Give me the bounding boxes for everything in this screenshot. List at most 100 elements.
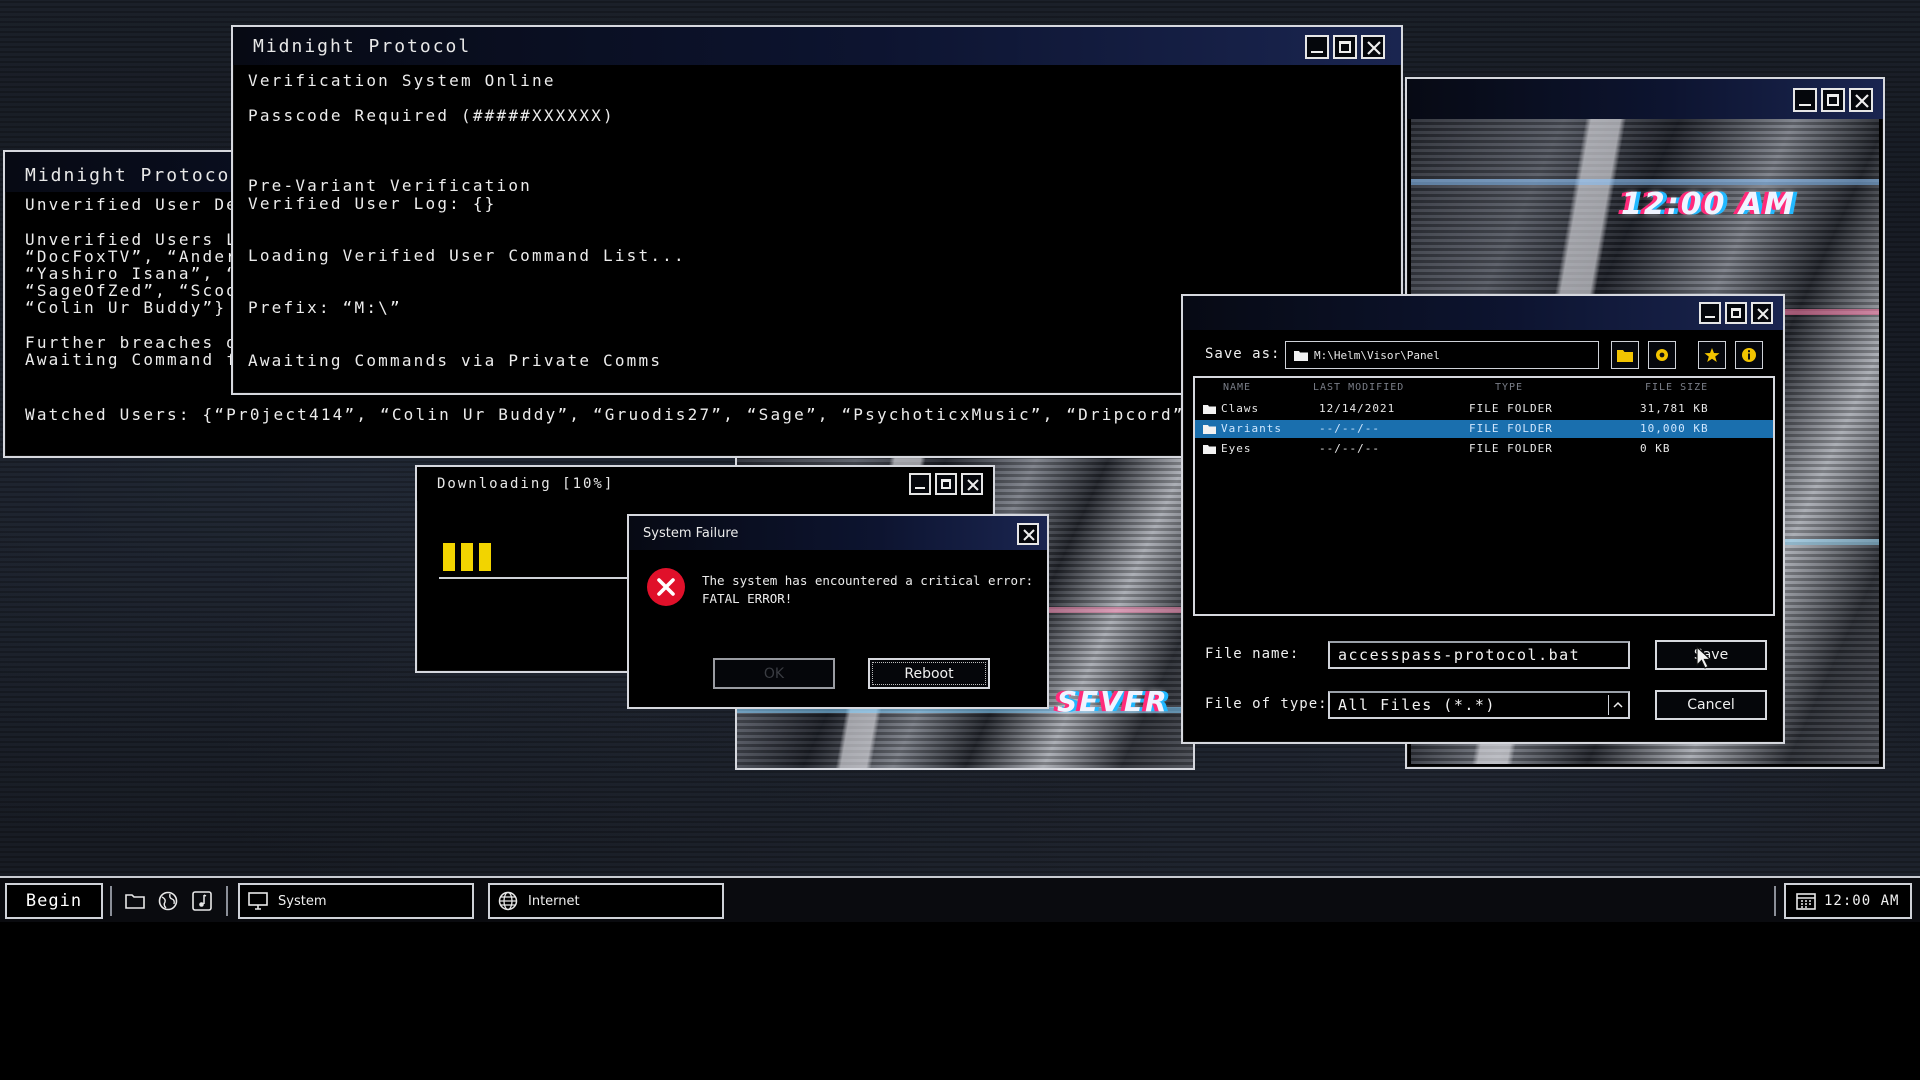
terminal-main-controls xyxy=(1305,35,1385,59)
error-titlebar[interactable]: System Failure xyxy=(629,516,1047,550)
error-dialog: System Failure The system has encountere… xyxy=(627,514,1049,709)
taskbar-item-system[interactable]: System xyxy=(238,883,474,919)
file-size: 31,781 KB xyxy=(1640,402,1709,415)
maximize-button[interactable] xyxy=(1821,88,1845,112)
maximize-button[interactable] xyxy=(1333,35,1357,59)
column-header[interactable]: TYPE xyxy=(1495,382,1523,393)
terminal-main-titlebar[interactable]: Midnight Protocol xyxy=(233,27,1401,65)
file-type-select[interactable]: All Files (*.*) xyxy=(1328,691,1630,719)
progress-segment xyxy=(461,543,473,571)
column-header[interactable]: LAST MODIFIED xyxy=(1313,382,1404,393)
terminal-line: Loading Verified User Command List... xyxy=(248,246,686,265)
file-row[interactable]: Variants --/--/-- FILE FOLDER 10,000 KB xyxy=(1195,420,1773,438)
file-type: FILE FOLDER xyxy=(1469,442,1553,455)
settings-button[interactable] xyxy=(1648,341,1676,369)
clock[interactable]: 12:00 AM xyxy=(1784,883,1912,919)
progress-fill xyxy=(439,539,495,575)
calendar-icon xyxy=(1796,893,1816,910)
close-button[interactable] xyxy=(1751,302,1773,324)
file-modified: --/--/-- xyxy=(1319,422,1380,435)
window-title: Midnight Protocol xyxy=(25,164,244,186)
close-button[interactable] xyxy=(1361,35,1385,59)
folder-icon xyxy=(1203,425,1216,434)
terminal-line: Verification System Online xyxy=(248,71,556,90)
info-button[interactable] xyxy=(1735,341,1763,369)
taskbar-divider xyxy=(226,886,228,916)
start-button[interactable]: Begin xyxy=(5,883,103,919)
close-button[interactable] xyxy=(1849,88,1873,112)
file-list[interactable]: NAME LAST MODIFIED TYPE FILE SIZE Claws 1… xyxy=(1193,376,1775,616)
maximize-button[interactable] xyxy=(1725,302,1747,324)
close-icon xyxy=(1367,41,1381,55)
terminal-line: “Colin Ur Buddy”} xyxy=(25,298,227,317)
save-dialog-controls xyxy=(1699,302,1773,324)
terminal-line: Pre-Variant Verification xyxy=(248,176,532,195)
dropdown-arrow-icon[interactable] xyxy=(1608,695,1626,715)
taskbar-divider xyxy=(1774,886,1776,916)
download-titlebar[interactable]: Downloading [10%] xyxy=(417,467,993,501)
download-title: Downloading [10%] xyxy=(437,476,615,492)
minimize-button[interactable] xyxy=(1793,88,1817,112)
path-field[interactable]: M:\Helm\Visor\Panel xyxy=(1285,341,1599,369)
globe-icon[interactable] xyxy=(157,890,179,912)
file-list-header: NAME LAST MODIFIED TYPE FILE SIZE xyxy=(1195,382,1773,396)
watched-users-line: Watched Users: {“Pr0ject414”, “Colin Ur … xyxy=(25,405,1197,424)
file-type-label: File of type: xyxy=(1205,696,1328,712)
terminal-line: Awaiting Commands via Private Comms xyxy=(248,351,663,370)
clock-time: 12:00 AM xyxy=(1824,893,1900,909)
file-name: Claws xyxy=(1221,402,1260,415)
ok-button[interactable]: OK xyxy=(713,658,835,689)
file-name-input[interactable]: accesspass-protocol.bat xyxy=(1328,641,1630,669)
column-header[interactable]: FILE SIZE xyxy=(1645,382,1708,393)
star-icon xyxy=(1704,348,1720,362)
mouse-cursor xyxy=(1696,646,1712,669)
save-dialog: Save as: M:\Helm\Visor\Panel NAME LAST M… xyxy=(1181,294,1785,744)
terminal-line: Awaiting Command fro xyxy=(25,350,262,369)
file-name-value: accesspass-protocol.bat xyxy=(1338,646,1581,664)
folder-icon xyxy=(1203,405,1216,414)
error-close-button[interactable] xyxy=(1017,523,1039,545)
download-controls xyxy=(909,473,983,495)
cancel-button[interactable]: Cancel xyxy=(1655,690,1767,720)
close-icon xyxy=(1023,529,1035,541)
folder-icon xyxy=(1294,350,1308,361)
music-icon[interactable] xyxy=(191,890,213,912)
file-row[interactable]: Claws 12/14/2021 FILE FOLDER 31,781 KB xyxy=(1195,400,1773,418)
column-header[interactable]: NAME xyxy=(1223,382,1251,393)
taskbar-divider xyxy=(110,886,112,916)
error-message-detail: FATAL ERROR! xyxy=(702,591,793,606)
save-dialog-titlebar[interactable] xyxy=(1183,296,1783,330)
file-size: 0 KB xyxy=(1640,442,1671,455)
file-type: FILE FOLDER xyxy=(1469,422,1553,435)
file-row[interactable]: Eyes --/--/-- FILE FOLDER 0 KB xyxy=(1195,440,1773,458)
file-size: 10,000 KB xyxy=(1640,422,1709,435)
file-name-label: File name: xyxy=(1205,646,1300,662)
close-icon xyxy=(1757,308,1769,320)
globe-icon xyxy=(498,891,518,911)
progress-segment xyxy=(443,543,455,571)
folder-icon[interactable] xyxy=(124,890,146,912)
error-message: The system has encountered a critical er… xyxy=(702,573,1034,588)
info-icon xyxy=(1742,348,1756,362)
reboot-button[interactable]: Reboot xyxy=(868,658,990,689)
close-icon xyxy=(967,479,979,491)
favorites-button[interactable] xyxy=(1698,341,1726,369)
folder-icon xyxy=(1617,349,1633,362)
file-modified: --/--/-- xyxy=(1319,442,1380,455)
glitch-window-controls xyxy=(1793,88,1873,112)
file-type: FILE FOLDER xyxy=(1469,402,1553,415)
new-folder-button[interactable] xyxy=(1611,341,1639,369)
maximize-button[interactable] xyxy=(935,473,957,495)
minimize-button[interactable] xyxy=(1699,302,1721,324)
file-modified: 12/14/2021 xyxy=(1319,402,1396,415)
minimize-button[interactable] xyxy=(909,473,931,495)
save-as-label: Save as: xyxy=(1205,346,1281,362)
terminal-line: Prefix: “M:\” xyxy=(248,298,402,317)
gear-icon xyxy=(1656,349,1668,361)
close-button[interactable] xyxy=(961,473,983,495)
taskbar-item-internet[interactable]: Internet xyxy=(488,883,724,919)
progress-segment xyxy=(479,543,491,571)
glitch-clock-text: 12:00 AM xyxy=(1621,187,1797,222)
error-icon xyxy=(647,568,685,606)
minimize-button[interactable] xyxy=(1305,35,1329,59)
